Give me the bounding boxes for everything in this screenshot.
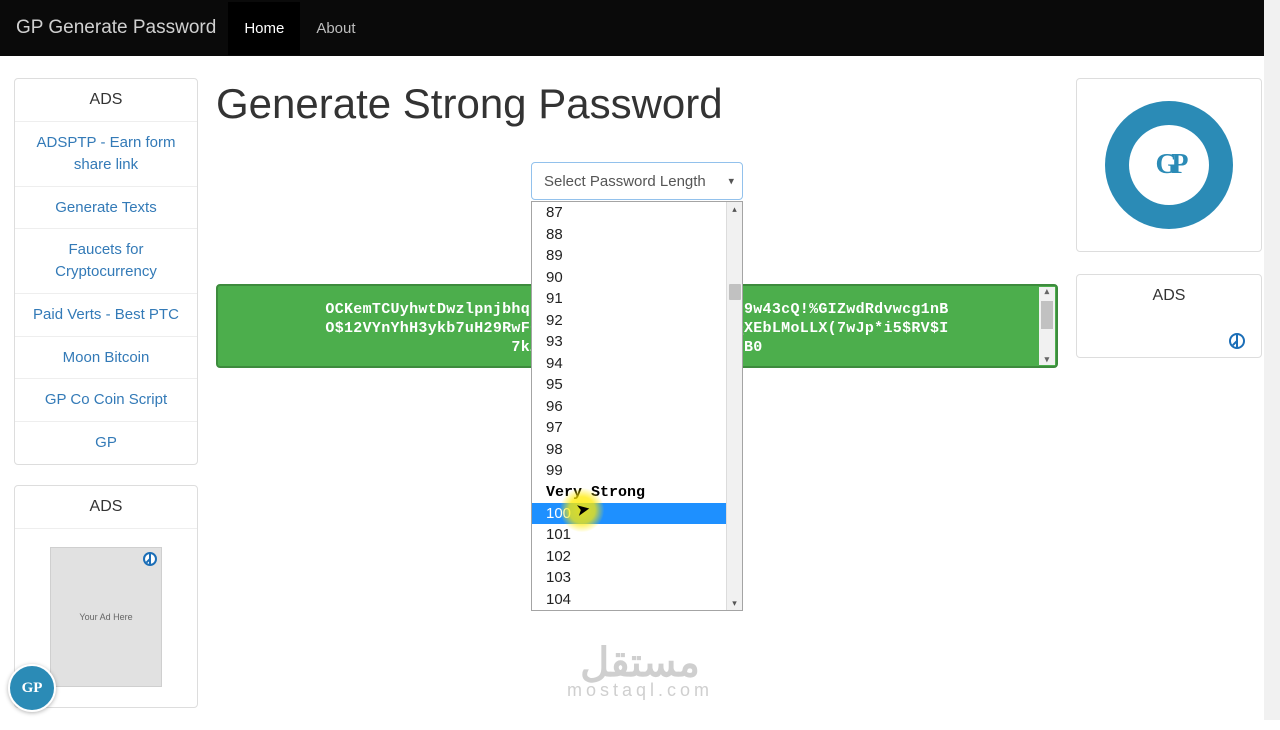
right-column: GP ADS (1076, 78, 1262, 708)
ads-box-title: ADS (15, 486, 197, 529)
length-dropdown[interactable]: 87 88 89 90 91 92 93 94 95 96 97 98 99 V… (531, 201, 743, 611)
right-ads-title: ADS (1077, 275, 1261, 317)
dropdown-option[interactable]: 101 (532, 524, 728, 546)
dropdown-option[interactable]: 99 (532, 460, 728, 482)
dropdown-option[interactable]: 96 (532, 396, 728, 418)
sidebar-link[interactable]: ADSPTP - Earn form share link (15, 122, 197, 186)
scroll-down-icon[interactable]: ▾ (727, 596, 742, 610)
page-scrollbar[interactable] (1264, 0, 1280, 720)
sidebar-link[interactable]: Moon Bitcoin (15, 336, 197, 379)
dropdown-option[interactable]: 104 (532, 589, 728, 611)
nav-home[interactable]: Home (228, 2, 300, 55)
dropdown-option[interactable]: 102 (532, 546, 728, 568)
dropdown-option[interactable]: 91 (532, 288, 728, 310)
result-scroll-thumb[interactable] (1041, 301, 1053, 329)
dropdown-option[interactable]: 98 (532, 439, 728, 461)
gp-logo-text: GP (1129, 125, 1209, 205)
peace-icon (143, 552, 157, 566)
dropdown-option[interactable]: 90 (532, 267, 728, 289)
dropdown-option[interactable]: 103 (532, 567, 728, 589)
left-column: ADS ADSPTP - Earn form share link Genera… (14, 78, 198, 708)
dropdown-list: 87 88 89 90 91 92 93 94 95 96 97 98 99 V… (532, 202, 728, 610)
brand-title[interactable]: GP Generate Password (12, 17, 228, 39)
ads-link-list: ADSPTP - Earn form share link Generate T… (15, 122, 197, 464)
dropdown-group-label: Very Strong (532, 482, 728, 503)
main-column: Generate Strong Password Select Password… (216, 78, 1058, 708)
top-navbar: GP Generate Password Home About (0, 0, 1280, 56)
floating-logo-button[interactable]: GP (8, 664, 56, 712)
select-placeholder-text: Select Password Length (544, 173, 706, 190)
sidebar-link[interactable]: GP Co Coin Script (15, 378, 197, 421)
ads-panel-title: ADS (15, 79, 197, 122)
watermark-latin: mostaql.com (567, 680, 713, 701)
sidebar-link[interactable]: GP (15, 421, 197, 464)
dropdown-option[interactable]: 95 (532, 374, 728, 396)
dropdown-option[interactable]: 87 (532, 202, 728, 224)
logo-panel: GP (1076, 78, 1262, 252)
scroll-thumb[interactable] (729, 284, 741, 300)
watermark: مستقل mostaql.com (567, 640, 713, 701)
dropdown-option[interactable]: 93 (532, 331, 728, 353)
ad-placeholder[interactable]: Your Ad Here (50, 547, 162, 687)
dropdown-option[interactable]: 92 (532, 310, 728, 332)
dropdown-option-highlighted[interactable]: 100 (532, 503, 728, 525)
sidebar-link[interactable]: Generate Texts (15, 186, 197, 229)
page-title: Generate Strong Password (216, 80, 1058, 128)
gp-logo[interactable]: GP (1105, 101, 1233, 229)
ads-links-panel: ADS ADSPTP - Earn form share link Genera… (14, 78, 198, 465)
dropdown-option[interactable]: 88 (532, 224, 728, 246)
length-select-wrap: Select Password Length 87 88 89 90 91 92… (531, 162, 743, 200)
right-ads-panel: ADS (1076, 274, 1262, 358)
dropdown-option[interactable]: 94 (532, 353, 728, 375)
sidebar-link[interactable]: Faucets for Cryptocurrency (15, 228, 197, 293)
dropdown-option[interactable]: 97 (532, 417, 728, 439)
nav-about[interactable]: About (300, 2, 371, 55)
page-body: ADS ADSPTP - Earn form share link Genera… (0, 56, 1280, 730)
dropdown-scrollbar[interactable]: ▴ ▾ (726, 202, 742, 610)
peace-icon (1229, 333, 1245, 349)
scroll-up-icon[interactable]: ▴ (727, 202, 742, 216)
dropdown-option[interactable]: 89 (532, 245, 728, 267)
sidebar-link[interactable]: Paid Verts - Best PTC (15, 293, 197, 336)
password-length-select[interactable]: Select Password Length (531, 162, 743, 200)
ad-placeholder-text: Your Ad Here (79, 612, 132, 622)
result-scrollbar[interactable] (1039, 287, 1055, 365)
